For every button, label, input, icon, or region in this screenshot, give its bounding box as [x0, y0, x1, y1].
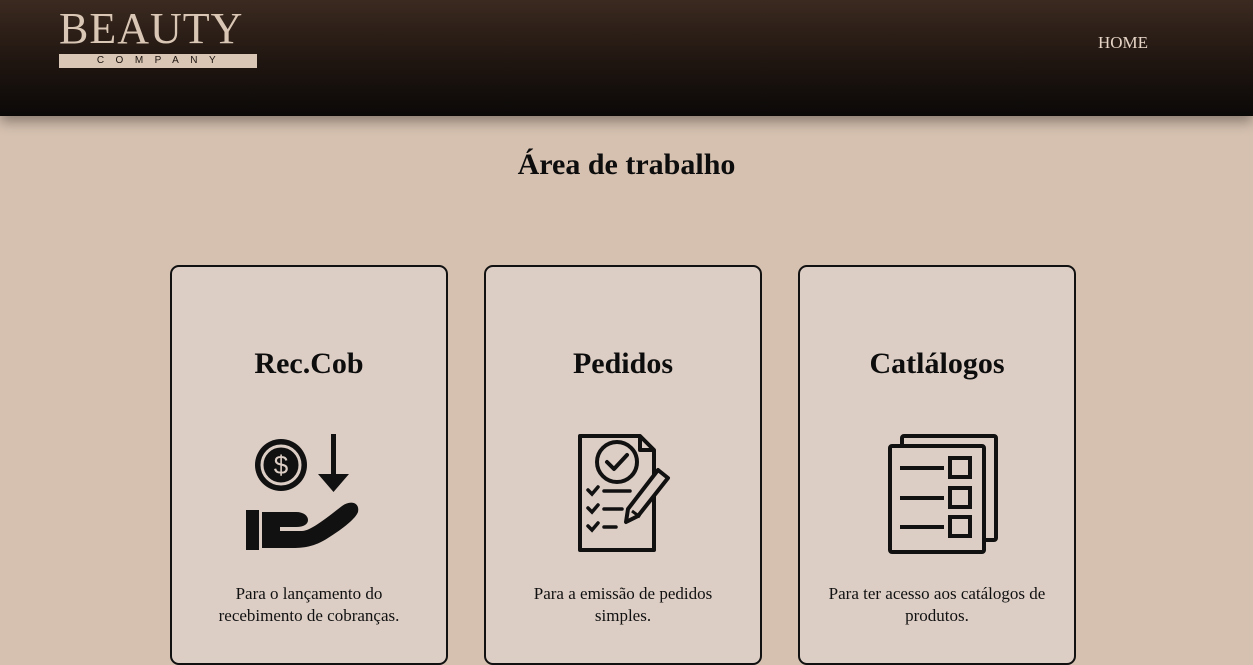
hand-money-icon: $: [246, 434, 359, 550]
card-title: Rec.Cob: [254, 347, 364, 380]
brand-logo[interactable]: BEAUTY COMPANY: [59, 6, 257, 68]
card-catalogos[interactable]: Catlálogos Para ter acesso aos catálogos…: [798, 265, 1076, 665]
card-description: Para o lançamento do recebimento de cobr…: [218, 584, 400, 625]
logo-subtitle: COMPANY: [59, 54, 257, 68]
card-title: Pedidos: [572, 347, 674, 380]
page-title: Área de trabalho: [517, 148, 736, 181]
top-header: BEAUTY COMPANY HOME: [0, 0, 1253, 116]
logo-wordmark: BEAUTY: [59, 4, 244, 53]
nav-home-link[interactable]: HOME: [1098, 33, 1148, 53]
order-checklist-icon: [578, 434, 670, 552]
svg-text:$: $: [274, 450, 289, 480]
card-pedidos[interactable]: Pedidos Para a emissão de pedidos simple…: [484, 265, 762, 665]
card-description: Para ter acesso aos catálogos de produto…: [828, 584, 1046, 625]
card-title: Catlálogos: [869, 347, 1005, 380]
card-rec-cob[interactable]: Rec.Cob $ Para o lançamento do recebimen…: [170, 265, 448, 665]
catalog-icon: [888, 434, 998, 554]
card-description: Para a emissão de pedidos simples.: [533, 584, 713, 625]
